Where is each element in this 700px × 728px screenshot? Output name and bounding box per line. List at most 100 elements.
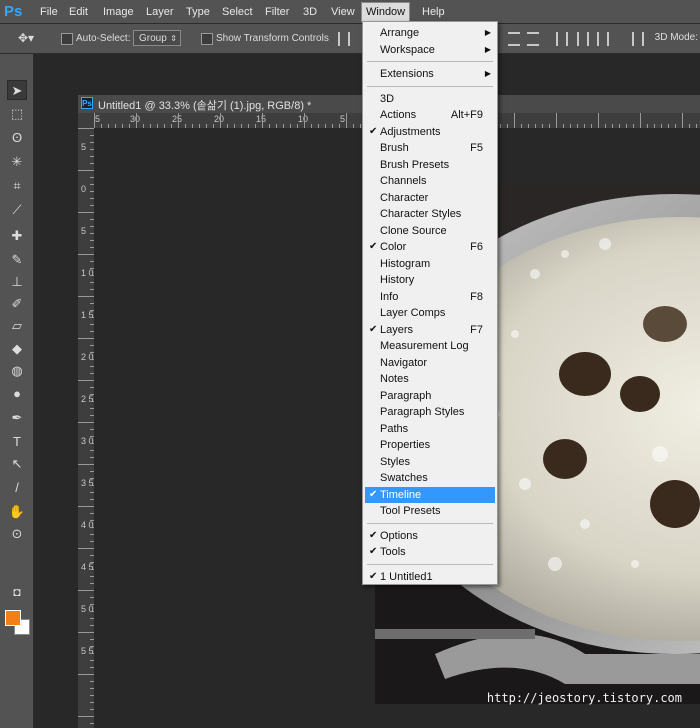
menu-edit[interactable]: Edit [65,4,92,20]
menu-item-label: Brush [380,142,409,154]
menu-item-paths[interactable]: Paths [365,421,495,437]
checkmark-icon: ✔ [369,529,378,541]
menu-item-history[interactable]: History [365,272,495,288]
menu-item-paragraph-styles[interactable]: Paragraph Styles [365,404,495,420]
transform-controls-checkbox[interactable] [201,33,213,45]
type-tool-icon[interactable]: T [7,432,27,452]
menu-item-tool-presets[interactable]: Tool Presets [365,503,495,519]
menu-select[interactable]: Select [218,4,257,20]
menu-item-brush[interactable]: Brush F5 [365,140,495,156]
menu-help[interactable]: Help [418,4,449,20]
menu-item-properties[interactable]: Properties [365,437,495,453]
menu-item-label: Character Styles [380,208,462,220]
menu-item-label: Tool Presets [380,505,441,517]
quick-mask-icon[interactable]: ◘ [7,582,27,602]
checkmark-icon: ✔ [369,241,378,252]
ps-file-icon: Ps [81,97,93,109]
menu-image[interactable]: Image [99,4,138,20]
vertical-ruler[interactable]: 5 0 5 1 0 1 5 2 0 2 5 3 0 3 5 4 0 4 5 5 0 5 5 [78,128,95,728]
menu-item-adjustments[interactable]: ✔ Adjustments [365,124,495,140]
move-tool-preset-icon[interactable]: ✥▾ [18,31,40,47]
menu-file[interactable]: File [36,4,62,20]
menu-item-options[interactable]: ✔ Options [365,528,495,544]
menu-3d[interactable]: 3D [299,4,321,20]
menu-type[interactable]: Type [182,4,214,20]
menu-item-styles[interactable]: Styles [365,454,495,470]
blur-tool-icon[interactable]: ◍ [7,361,27,381]
menu-item-label: Tools [380,546,406,558]
menu-item-channels[interactable]: Channels [365,173,495,189]
path-selection-icon[interactable]: ↖ [7,454,27,474]
vruler-label: 2 0 [81,352,94,362]
menu-item-clone-source[interactable]: Clone Source [365,223,495,239]
align-top-icon[interactable] [338,32,350,46]
ruler-origin[interactable] [78,113,94,128]
menu-item-extensions[interactable]: Extensions ▶ [365,66,495,82]
menu-window[interactable]: Window [361,2,411,22]
menu-item-label: Channels [380,175,427,187]
brush-tool-icon[interactable]: ✎ [7,250,27,270]
distribute-left-icon[interactable] [556,32,568,46]
magic-wand-icon[interactable]: ✳ [7,152,27,172]
menu-filter[interactable]: Filter [261,4,293,20]
menu-item-paragraph[interactable]: Paragraph [365,388,495,404]
menu-item-layers[interactable]: ✔ Layers F7 [365,322,495,338]
tools-panel: ➤⬚ʘ✳⌗⟋✚✎⊥✐▱◆◍●✒T↖/✋⊙ ◘ ▭ [0,54,34,728]
menu-item-histogram[interactable]: Histogram [365,256,495,272]
menu-item-label: Swatches [380,472,428,484]
menu-item-label: Navigator [380,356,428,369]
marquee-tool-icon[interactable]: ⬚ [7,104,27,124]
menu-item-workspace[interactable]: Workspace ▶ [365,42,495,58]
menu-item-timeline[interactable]: ✔ Timeline [365,486,495,503]
menu-item-label: Timeline [380,488,422,501]
menu-item-label: Options [380,529,418,542]
move-tool-icon[interactable]: ➤ [7,80,27,100]
menu-item-character-styles[interactable]: Character Styles [365,206,495,222]
menu-view[interactable]: View [327,4,359,20]
dodge-tool-icon[interactable]: ● [7,384,27,404]
eyedropper-icon[interactable]: ⟋ [7,200,27,220]
healing-brush-icon[interactable]: ✚ [7,226,27,246]
vruler-label: 4 5 [81,562,94,572]
auto-select-checkbox[interactable] [61,33,73,45]
lasso-tool-icon[interactable]: ʘ [7,128,27,148]
menu-item-notes[interactable]: Notes [365,371,495,387]
vruler-label: 2 5 [81,394,94,404]
menu-item-color[interactable]: ✔ Color F6 [365,239,495,255]
align-vcenter-icon[interactable] [508,32,520,46]
menu-item-layer-comps[interactable]: Layer Comps [365,305,495,321]
eraser-icon[interactable]: ▱ [7,316,27,336]
distribute-hcenter-icon[interactable] [577,32,589,46]
pen-tool-icon[interactable]: ✒ [7,408,27,428]
menu-item-actions[interactable]: Actions Alt+F9 [365,107,495,123]
menu-item-3d[interactable]: 3D [365,91,495,107]
line-tool-icon[interactable]: / [7,478,27,498]
crop-tool-icon[interactable]: ⌗ [7,176,27,196]
zoom-tool-icon[interactable]: ⊙ [7,524,27,544]
menu-item-label: Clone Source [380,224,447,237]
menu-item-brush-presets[interactable]: Brush Presets [365,157,495,173]
align-bottom-icon[interactable] [527,32,539,46]
foreground-color-swatch[interactable] [5,610,21,626]
menu-item-swatches[interactable]: Swatches [365,470,495,486]
distribute-right-icon[interactable] [597,32,609,46]
menu-item-measurement-log[interactable]: Measurement Log [365,338,495,354]
paint-bucket-icon[interactable]: ◆ [7,339,27,359]
auto-align-icon[interactable] [632,32,644,46]
menu-item-label: Styles [380,455,410,468]
menu-item-label: Info [380,290,399,303]
menu-layer[interactable]: Layer [142,4,178,20]
auto-select-dropdown[interactable]: Group ⇕ [133,30,181,46]
hand-tool-icon[interactable]: ✋ [7,502,27,522]
menu-item-label: Color [380,241,407,253]
hruler-label: 10 [298,114,309,124]
menu-item-1-untitled1[interactable]: ✔ 1 Untitled1 [365,569,495,585]
menu-item-arrange[interactable]: Arrange ▶ [365,25,495,41]
clone-stamp-icon[interactable]: ⊥ [7,272,27,292]
vruler-label: 5 0 [81,604,94,614]
menu-item-tools[interactable]: ✔ Tools [365,544,495,560]
menu-item-info[interactable]: Info F8 [365,289,495,305]
menu-item-character[interactable]: Character [365,190,495,206]
menu-item-navigator[interactable]: Navigator [365,355,495,371]
history-brush-icon[interactable]: ✐ [7,294,27,314]
